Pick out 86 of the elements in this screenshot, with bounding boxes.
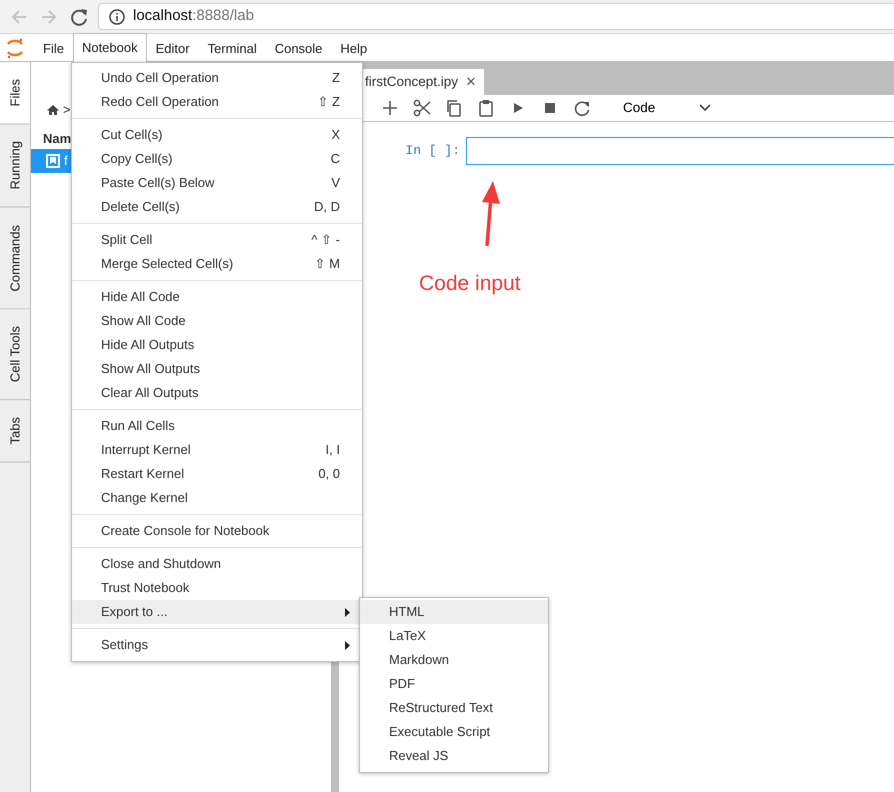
menu-entry[interactable]: Restart Kernel 0, 0 (72, 462, 362, 486)
side-tab[interactable]: Cell Tools (0, 309, 30, 400)
shortcut-text: ⇧ Z (317, 93, 340, 112)
menu-entry-label: Run All Cells (101, 417, 175, 436)
menu-entry-label: Hide All Outputs (101, 336, 194, 354)
menu-entry-label: Settings (101, 636, 148, 654)
menu-entry-label: Clear All Outputs (101, 384, 199, 402)
shortcut-text: X (331, 126, 340, 144)
close-icon[interactable]: × (466, 69, 476, 95)
shortcut-text: V (331, 174, 340, 192)
url-text: localhost:8888/lab (133, 6, 254, 26)
menu-entry-label: Close and Shutdown (101, 555, 221, 574)
menu-entry-label: Copy Cell(s) (101, 150, 173, 168)
shortcut-text: ^ ⇧ - (311, 231, 340, 250)
menu-entry[interactable]: Settings (72, 633, 362, 657)
menu-entry-label: Change Kernel (101, 489, 188, 508)
input-prompt: In [ ]: (404, 142, 461, 160)
tab-title: firstConcept.ipy (365, 72, 458, 91)
annotation-label: Code input (419, 271, 521, 297)
cell-type-dropdown[interactable]: Code (617, 98, 717, 118)
menu-item[interactable]: Notebook (72, 33, 147, 62)
menu-entry[interactable]: Copy Cell(s) C (72, 147, 362, 171)
menu-entry-label: Show All Outputs (101, 360, 200, 378)
menu-entry[interactable]: Delete Cell(s) D, D (72, 195, 362, 219)
add-icon[interactable] (380, 98, 400, 118)
shortcut-text: 0, 0 (318, 465, 340, 484)
menu-entry[interactable]: Export to ... (72, 600, 362, 624)
menu-item[interactable]: Editor (146, 34, 199, 62)
menu-entry[interactable]: Run All Cells (72, 414, 362, 438)
menu-entry-label: Merge Selected Cell(s) (101, 255, 234, 274)
menu-entry-label: Trust Notebook (101, 579, 190, 598)
shortcut-text: I, I (326, 441, 340, 460)
menu-entry[interactable]: Interrupt Kernel I, I (72, 438, 362, 462)
menu-entry-label: Undo Cell Operation (101, 69, 219, 88)
menu-entry[interactable]: Split Cell ^ ⇧ - (72, 228, 362, 252)
menu-entry[interactable]: Clear All Outputs (72, 381, 362, 405)
submenu-entry[interactable]: PDF (360, 672, 548, 696)
menu-item[interactable]: Terminal (198, 34, 266, 62)
submenu-arrow-icon (344, 607, 351, 617)
menu-entry[interactable]: Change Kernel (72, 486, 362, 510)
menu-entry-label: Export to ... (101, 603, 168, 622)
submenu-entry[interactable]: LaTeX (360, 624, 548, 648)
shortcut-text: ⇧ M (314, 255, 340, 274)
menu-item[interactable]: Help (331, 34, 376, 62)
address-bar[interactable]: localhost:8888/lab (98, 3, 894, 30)
submenu-entry[interactable]: ReStructured Text (360, 696, 548, 720)
submenu-entry[interactable]: Reveal JS (360, 744, 548, 768)
breadcrumb-separator: > (63, 101, 71, 120)
chevron-down-icon (699, 104, 711, 112)
side-tab[interactable]: Files (0, 62, 30, 124)
menu-entry-label: Restart Kernel (101, 465, 184, 484)
submenu-entry[interactable]: HTML (360, 600, 548, 624)
menu-entry-label: Create Console for Notebook (101, 522, 270, 540)
menu-entry-label: Redo Cell Operation (101, 93, 219, 112)
menu-entry-label: Interrupt Kernel (101, 441, 191, 460)
menu-item[interactable]: File (34, 34, 73, 62)
menu-entry-label: Show All Code (101, 312, 186, 330)
submenu-entry[interactable]: Executable Script (360, 720, 548, 744)
menu-entry-label: Delete Cell(s) (101, 198, 180, 216)
info-icon (109, 8, 125, 24)
submenu-arrow-icon (344, 640, 351, 650)
file-name: f (64, 152, 68, 170)
menu-entry-label: Split Cell (101, 231, 152, 250)
menu-entry[interactable]: Trust Notebook (72, 576, 362, 600)
menu-entry[interactable]: Paste Cell(s) Below V (72, 171, 362, 195)
shortcut-text: Z (332, 69, 340, 88)
menu-item[interactable]: Console (266, 34, 332, 62)
menu-entry[interactable]: Merge Selected Cell(s) ⇧ M (72, 252, 362, 276)
shortcut-text: D, D (314, 198, 340, 216)
menu-entry-label: Paste Cell(s) Below (101, 174, 214, 192)
menu-entry[interactable]: Cut Cell(s) X (72, 123, 362, 147)
menu-entry[interactable]: Show All Code (72, 309, 362, 333)
menu-entry-label: Cut Cell(s) (101, 126, 162, 144)
menu-entry[interactable]: Close and Shutdown (72, 552, 362, 576)
menu-entry[interactable]: Show All Outputs (72, 357, 362, 381)
home-icon[interactable] (47, 104, 59, 116)
menu-entry[interactable]: Create Console for Notebook (72, 519, 362, 543)
menu-entry[interactable]: Hide All Code (72, 285, 362, 309)
submenu-entry[interactable]: Markdown (360, 648, 548, 672)
side-tab[interactable]: Running (0, 124, 30, 208)
shortcut-text: C (330, 150, 340, 168)
cut-icon[interactable] (412, 98, 432, 118)
notebook-icon (46, 154, 60, 168)
menu-entry-label: Hide All Code (101, 288, 180, 306)
code-input-field[interactable] (466, 137, 894, 165)
menu-entry[interactable]: Hide All Outputs (72, 333, 362, 357)
